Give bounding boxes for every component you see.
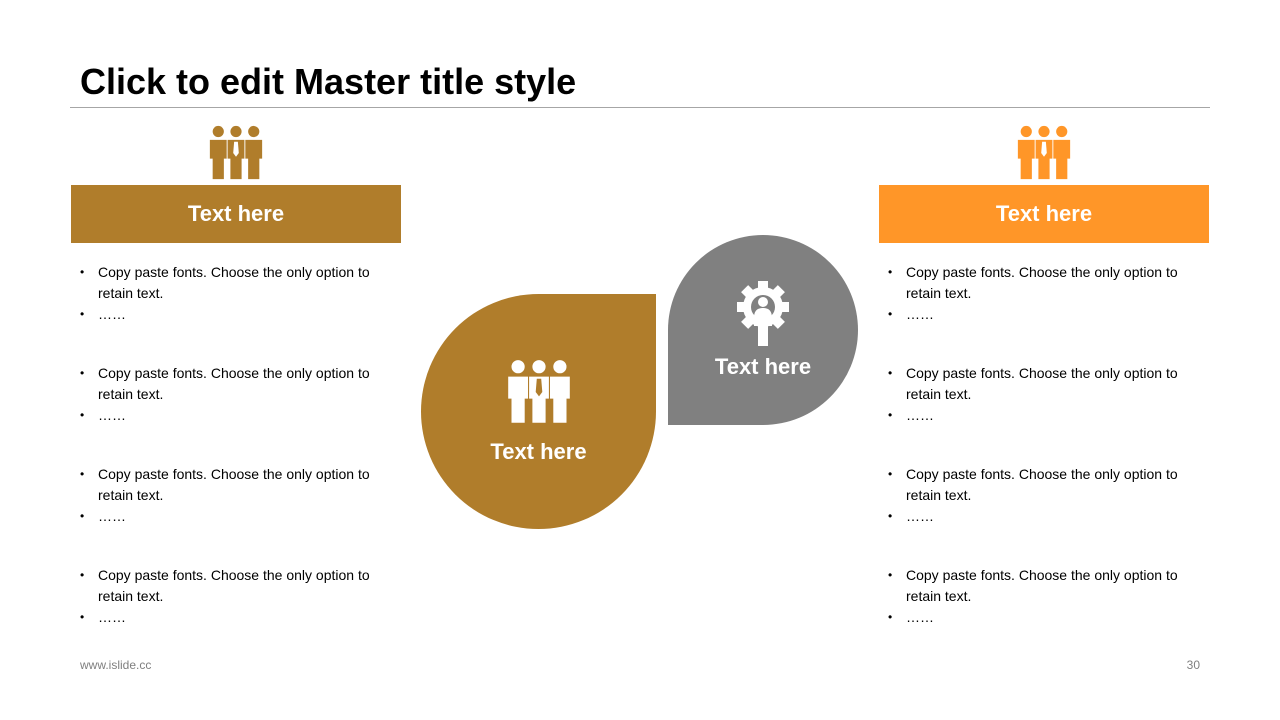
title-divider — [70, 107, 1210, 108]
bullet-more[interactable]: …… — [888, 607, 1200, 628]
list-item: Copy paste fonts. Choose the only option… — [888, 565, 1200, 666]
footer-url: www.islide.cc — [80, 658, 152, 672]
bullet-more[interactable]: …… — [888, 405, 1200, 426]
gold-petal[interactable]: Text here — [421, 294, 656, 529]
bullet-text[interactable]: Copy paste fonts. Choose the only option… — [80, 262, 392, 304]
right-bullet-list: Copy paste fonts. Choose the only option… — [888, 262, 1200, 666]
bullet-text[interactable]: Copy paste fonts. Choose the only option… — [80, 565, 392, 607]
list-item: Copy paste fonts. Choose the only option… — [888, 464, 1200, 565]
bullet-text[interactable]: Copy paste fonts. Choose the only option… — [888, 464, 1200, 506]
bullet-text[interactable]: Copy paste fonts. Choose the only option… — [80, 363, 392, 405]
list-item: Copy paste fonts. Choose the only option… — [80, 262, 392, 363]
bullet-more[interactable]: …… — [80, 304, 392, 325]
bullet-text[interactable]: Copy paste fonts. Choose the only option… — [80, 464, 392, 506]
bullet-more[interactable]: …… — [888, 506, 1200, 527]
gear-person-icon — [736, 280, 790, 348]
bullet-more[interactable]: …… — [80, 405, 392, 426]
list-item: Copy paste fonts. Choose the only option… — [888, 363, 1200, 464]
bullet-more[interactable]: …… — [80, 506, 392, 527]
right-header-label: Text here — [995, 201, 1093, 226]
people-icon — [506, 359, 572, 425]
bullet-more[interactable]: …… — [80, 607, 392, 628]
bullet-text[interactable]: Copy paste fonts. Choose the only option… — [888, 565, 1200, 607]
list-item: Copy paste fonts. Choose the only option… — [80, 565, 392, 666]
list-item: Copy paste fonts. Choose the only option… — [888, 262, 1200, 363]
gold-petal-label: Text here — [490, 438, 587, 464]
page-number: 30 — [1186, 658, 1200, 672]
left-header-bar[interactable]: Text here — [71, 185, 401, 243]
people-icon — [1016, 125, 1072, 181]
slide-title[interactable]: Click to edit Master title style — [80, 60, 576, 104]
bullet-text[interactable]: Copy paste fonts. Choose the only option… — [888, 262, 1200, 304]
left-bullet-list: Copy paste fonts. Choose the only option… — [80, 262, 392, 666]
list-item: Copy paste fonts. Choose the only option… — [80, 464, 392, 565]
people-icon — [208, 125, 264, 181]
bullet-text[interactable]: Copy paste fonts. Choose the only option… — [888, 363, 1200, 405]
gray-petal-label: Text here — [714, 354, 812, 379]
list-item: Copy paste fonts. Choose the only option… — [80, 363, 392, 464]
bullet-more[interactable]: …… — [888, 304, 1200, 325]
left-header-label: Text here — [187, 201, 285, 226]
right-header-bar[interactable]: Text here — [879, 185, 1209, 243]
gray-petal[interactable]: Text here — [668, 235, 858, 425]
